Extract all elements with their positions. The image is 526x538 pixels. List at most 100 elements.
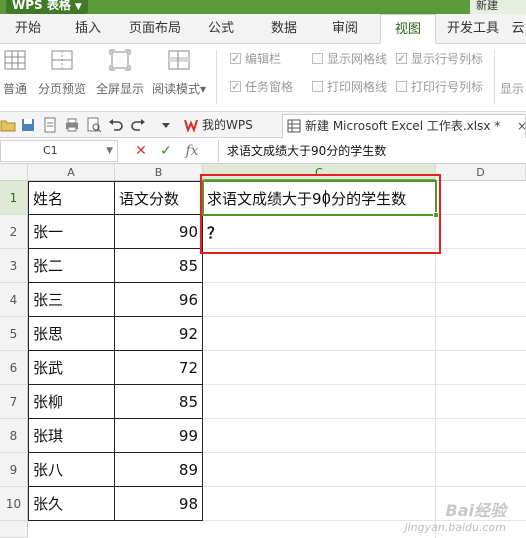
print-icon[interactable]: [64, 117, 80, 133]
show-headings-checkbox[interactable]: 显示行号列标: [396, 50, 483, 68]
tab-workbook[interactable]: 新建 Microsoft Excel 工作表.xlsx * ×: [282, 114, 526, 138]
print-preview-icon[interactable]: [86, 117, 102, 133]
ribbon-divider: [216, 50, 217, 104]
undo-icon[interactable]: [108, 117, 124, 133]
reading-mode-text: 阅读模式: [151, 82, 200, 96]
name-box[interactable]: C1 ▼: [0, 140, 118, 162]
spreadsheet-file-icon: [287, 119, 301, 133]
checkbox-icon: [230, 50, 241, 68]
output-pdf-icon[interactable]: [42, 117, 58, 133]
show-headings-label: 显示行号列标: [411, 52, 484, 66]
tab-page-layout[interactable]: 页面布局: [120, 14, 190, 44]
cancel-icon[interactable]: ✕: [132, 141, 150, 161]
page-break-preview-button[interactable]: 分页预览: [31, 48, 93, 104]
tab-my-wps-label: 我的WPS: [202, 118, 253, 132]
row-header-3[interactable]: 3: [0, 249, 28, 283]
row-header-1[interactable]: 1: [0, 181, 28, 215]
student-name-cell[interactable]: 张琪: [28, 419, 115, 453]
tab-view[interactable]: 视图: [380, 14, 436, 44]
save-icon[interactable]: [20, 117, 36, 133]
display-button-clipped[interactable]: 显示: [500, 80, 526, 98]
customize-dropdown-icon[interactable]: [158, 117, 174, 133]
chevron-down-icon: ▾: [199, 82, 207, 96]
student-name-cell[interactable]: 张久: [28, 487, 115, 521]
student-name-cell[interactable]: 张柳: [28, 385, 115, 419]
tab-my-wps[interactable]: 我的WPS: [180, 114, 280, 138]
ribbon-divider: [494, 50, 495, 104]
print-gridlines-checkbox[interactable]: 打印网格线: [312, 78, 387, 96]
student-name-cell[interactable]: 张一: [28, 215, 115, 249]
row-header-10[interactable]: 10: [0, 487, 28, 521]
student-score-cell[interactable]: 85: [115, 385, 203, 419]
formula-bar-checkbox-label: 编辑栏: [245, 52, 282, 66]
app-name: WPS 表格: [12, 0, 71, 12]
show-gridlines-label: 显示网格线: [327, 52, 388, 66]
page-break-icon: [51, 50, 73, 70]
column-header-d[interactable]: D: [436, 164, 526, 181]
student-name-cell[interactable]: 张三: [28, 283, 115, 317]
row-header-2[interactable]: 2: [0, 215, 28, 249]
tab-formulas[interactable]: 公式: [196, 14, 246, 44]
tab-data[interactable]: 数据: [256, 14, 312, 44]
baidu-jingyan-logo: Bai经验: [445, 501, 506, 520]
task-pane-checkbox[interactable]: 任务窗格: [230, 78, 293, 96]
redo-icon[interactable]: [130, 117, 146, 133]
formula-bar: C1 ▼ ✕ ✓ fx 求语文成绩大于90分的学生数: [0, 138, 526, 164]
student-score-cell[interactable]: 96: [115, 283, 203, 317]
new-button[interactable]: 新建: [470, 0, 526, 14]
reading-mode-button[interactable]: 阅读模式▾: [148, 48, 210, 104]
app-menu-button[interactable]: WPS 表格 ▼: [6, 0, 88, 14]
student-score-cell[interactable]: 90: [115, 215, 203, 249]
cell-reference: C1: [43, 144, 58, 157]
row-header-7[interactable]: 7: [0, 385, 28, 419]
row-header-4[interactable]: 4: [0, 283, 28, 317]
student-score-cell[interactable]: 92: [115, 317, 203, 351]
student-score-cell[interactable]: 98: [115, 487, 203, 521]
spreadsheet-grid[interactable]: A B C D 1 2 3 4 5 6 7 8 9 10 姓名 语文分数 张一 …: [0, 164, 526, 538]
tab-start[interactable]: 开始: [0, 14, 56, 44]
student-score-cell[interactable]: 85: [115, 249, 203, 283]
full-screen-button[interactable]: 全屏显示: [89, 48, 151, 104]
watermark-url: jingyan.baidu.com: [404, 521, 506, 534]
quick-access-bar: 我的WPS 新建 Microsoft Excel 工作表.xlsx * ×: [0, 112, 526, 138]
print-headings-checkbox[interactable]: 打印行号列标: [396, 78, 483, 96]
column-header-b[interactable]: B: [115, 164, 203, 181]
close-icon[interactable]: ×: [517, 115, 526, 137]
open-folder-icon[interactable]: [0, 117, 16, 133]
chevron-down-icon: ▼: [106, 146, 113, 156]
tab-developer[interactable]: 开发工具: [440, 14, 506, 44]
select-all-corner[interactable]: [0, 164, 28, 181]
reading-mode-label: 阅读模式▾: [148, 80, 210, 97]
full-screen-label: 全屏显示: [95, 82, 144, 96]
insert-function-icon[interactable]: fx: [180, 141, 204, 161]
chevron-down-icon: ▼: [74, 2, 82, 12]
header-cell-score[interactable]: 语文分数: [115, 181, 203, 215]
show-gridlines-checkbox[interactable]: 显示网格线: [312, 50, 387, 68]
student-score-cell[interactable]: 99: [115, 419, 203, 453]
row-header-8[interactable]: 8: [0, 419, 28, 453]
formula-input[interactable]: 求语文成绩大于90分的学生数: [218, 140, 526, 162]
student-name-cell[interactable]: 张八: [28, 453, 115, 487]
row-header-9[interactable]: 9: [0, 453, 28, 487]
row-header-6[interactable]: 6: [0, 351, 28, 385]
tab-review[interactable]: 审阅: [318, 14, 372, 44]
student-score-cell[interactable]: 72: [115, 351, 203, 385]
row-header-11[interactable]: [0, 521, 28, 538]
column-header-a[interactable]: A: [28, 164, 115, 181]
student-name-cell[interactable]: 张二: [28, 249, 115, 283]
student-name-cell[interactable]: 张武: [28, 351, 115, 385]
student-score-cell[interactable]: 89: [115, 453, 203, 487]
watermark: Bai经验 jingyan.baidu.com: [404, 497, 506, 534]
page-break-preview-label: 分页预览: [37, 82, 86, 96]
header-cell-name[interactable]: 姓名: [28, 181, 115, 215]
formula-bar-checkbox[interactable]: 编辑栏: [230, 50, 281, 68]
tab-insert[interactable]: 插入: [62, 14, 114, 44]
print-gridlines-label: 打印网格线: [327, 80, 388, 94]
menu-bar: 开始 插入 页面布局 公式 数据 审阅 视图 开发工具 云: [0, 14, 526, 44]
wps-logo-icon: [184, 119, 198, 132]
row-header-5[interactable]: 5: [0, 317, 28, 351]
confirm-icon[interactable]: ✓: [157, 141, 175, 161]
student-name-cell[interactable]: 张思: [28, 317, 115, 351]
title-bar: WPS 表格 ▼ 新建: [0, 0, 526, 14]
tab-cloud[interactable]: 云: [510, 14, 526, 44]
